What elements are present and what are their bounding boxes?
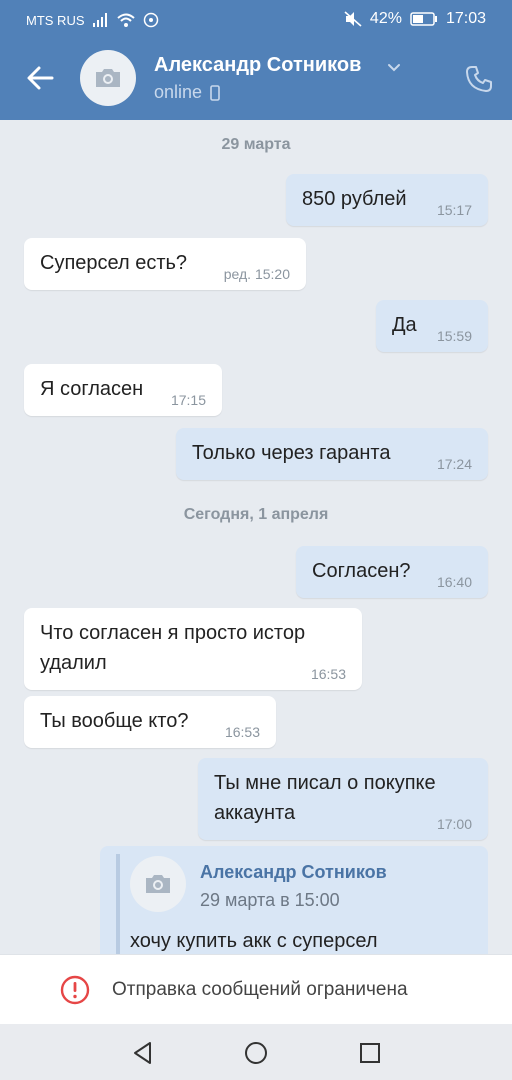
message-time: 17:15 xyxy=(170,392,206,408)
contact-name[interactable]: Александр Сотников xyxy=(154,54,361,77)
camera-icon xyxy=(146,875,170,893)
message-text-line2: аккаунта xyxy=(214,802,296,824)
message-time: ред. 15:20 xyxy=(223,266,290,282)
avatar[interactable] xyxy=(80,50,136,106)
back-arrow-icon[interactable] xyxy=(24,62,56,94)
forwarded-text: хочу купить акк с суперсел xyxy=(130,930,378,952)
hotspot-icon xyxy=(143,12,158,28)
battery-percent: 42% xyxy=(369,10,402,27)
date-separator: 29 марта xyxy=(221,136,291,153)
carrier-label: MTS RUS xyxy=(26,12,85,28)
message-bubble-outgoing[interactable]: Ты мне писал о покупке аккаунта 17:00 xyxy=(198,758,488,840)
chevron-down-icon[interactable] xyxy=(385,58,403,76)
message-time: 15:59 xyxy=(436,328,472,344)
message-text: Только через гаранта xyxy=(192,442,391,464)
system-nav-bar xyxy=(0,1024,512,1080)
clock: 17:03 xyxy=(445,10,486,27)
mute-icon xyxy=(344,11,362,27)
message-text: Согласен? xyxy=(312,560,411,582)
message-time: 15:17 xyxy=(436,202,472,218)
contact-status: online xyxy=(154,82,220,103)
signal-icon xyxy=(92,13,107,27)
avatar[interactable] xyxy=(130,856,186,912)
chat-header: Александр Сотников online xyxy=(0,38,512,120)
message-bubble-incoming[interactable]: Суперсел есть? ред. 15:20 xyxy=(24,238,306,290)
forwarded-author[interactable]: Александр Сотников xyxy=(200,862,387,883)
battery-icon xyxy=(410,12,437,26)
message-text: Да xyxy=(392,314,417,336)
message-text: Ты вообще кто? xyxy=(40,710,189,732)
message-bubble-outgoing[interactable]: Только через гаранта 17:24 xyxy=(176,428,488,480)
forwarded-message[interactable]: Александр Сотников 29 марта в 15:00 хочу… xyxy=(100,846,488,966)
message-time: 16:53 xyxy=(310,666,346,682)
date-separator: Сегодня, 1 апреля xyxy=(183,506,329,523)
message-bubble-outgoing[interactable]: Да 15:59 xyxy=(376,300,488,352)
message-text-line1: Ты мне писал о покупке xyxy=(214,772,436,794)
warning-icon xyxy=(60,975,90,1005)
status-bar: MTS RUS 42% 17:03 xyxy=(0,0,512,38)
message-time: 16:40 xyxy=(436,574,472,590)
home-circle-icon[interactable] xyxy=(243,1040,269,1066)
mobile-icon xyxy=(210,84,220,101)
quote-bar xyxy=(116,854,120,964)
camera-icon xyxy=(96,69,120,87)
message-bubble-outgoing[interactable]: 850 рублей 15:17 xyxy=(286,174,488,226)
message-bubble-incoming[interactable]: Что согласен я просто истор удалил 16:53 xyxy=(24,608,362,690)
message-bubble-outgoing[interactable]: Согласен? 16:40 xyxy=(296,546,488,598)
message-text-line1: Что согласен я просто истор xyxy=(40,622,306,644)
message-time: 16:53 xyxy=(224,724,260,740)
messaging-restricted-bar: Отправка сообщений ограничена xyxy=(0,954,512,1025)
message-time: 17:24 xyxy=(436,456,472,472)
message-text: 850 рублей xyxy=(302,188,407,210)
wifi-icon xyxy=(116,13,135,27)
back-triangle-icon[interactable] xyxy=(130,1040,156,1066)
message-text: Суперсел есть? xyxy=(40,252,188,274)
phone-icon[interactable] xyxy=(464,64,494,94)
restriction-text: Отправка сообщений ограничена xyxy=(112,979,408,1000)
message-bubble-incoming[interactable]: Я согласен 17:15 xyxy=(24,364,222,416)
recents-square-icon[interactable] xyxy=(357,1040,383,1066)
message-time: 17:00 xyxy=(436,816,472,832)
message-text: Я согласен xyxy=(40,378,144,400)
status-text: online xyxy=(154,82,203,102)
message-text-line2: удалил xyxy=(40,652,107,674)
message-bubble-incoming[interactable]: Ты вообще кто? 16:53 xyxy=(24,696,276,748)
forwarded-time: 29 марта в 15:00 xyxy=(200,890,340,910)
